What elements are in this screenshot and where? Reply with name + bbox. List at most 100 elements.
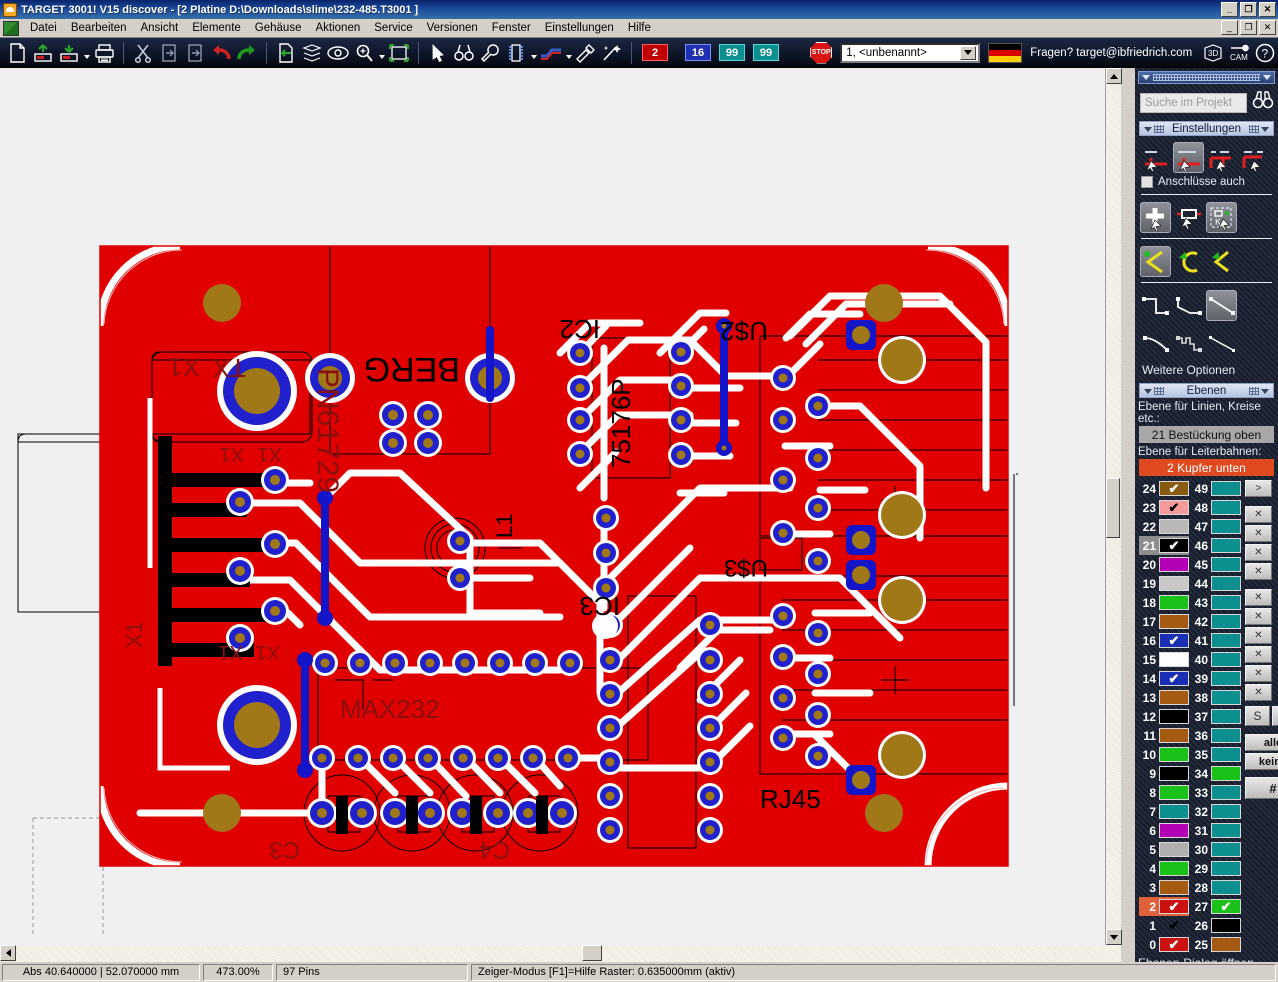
layer-row-24[interactable]: 24 ✔ [1139, 479, 1189, 498]
3d-view-icon[interactable]: 3D [1200, 41, 1226, 65]
menu-item-service[interactable]: Service [367, 20, 419, 36]
layer-row-16[interactable]: 16 ✔ [1139, 631, 1189, 650]
layers-expand-icon[interactable] [1261, 389, 1269, 394]
arc-tool-2-icon[interactable] [1173, 246, 1204, 277]
layer-row-25[interactable]: 25 [1191, 935, 1241, 954]
layer-swatch-44[interactable] [1211, 576, 1241, 591]
layer-cross-button-7[interactable]: ✕ [1245, 627, 1272, 644]
scroll-up-button[interactable] [1106, 68, 1122, 84]
layer-row-12[interactable]: 12 [1139, 707, 1189, 726]
badge-grid-value[interactable]: 16 [684, 44, 711, 61]
layer-swatch-47[interactable] [1211, 519, 1241, 534]
layer-swatch-6[interactable] [1159, 823, 1189, 838]
layer-swatch-4[interactable] [1159, 861, 1189, 876]
layer-row-32[interactable]: 32 [1191, 802, 1241, 821]
layer-row-9[interactable]: 9 [1139, 764, 1189, 783]
layer-swatch-27[interactable]: ✔ [1211, 899, 1241, 914]
mdi-minimize-button[interactable]: _ [1221, 20, 1238, 35]
layer-swatch-42[interactable] [1211, 614, 1241, 629]
save-dropdown-icon[interactable] [82, 41, 91, 65]
menu-item-bearbeiten[interactable]: Bearbeiten [64, 20, 134, 36]
layer-swatch-13[interactable] [1159, 690, 1189, 705]
anschluesse-auch-checkbox[interactable]: Anschlüsse auch [1135, 175, 1278, 191]
layer-row-35[interactable]: 35 [1191, 745, 1241, 764]
layer-swatch-34[interactable] [1211, 766, 1241, 781]
layer-cross-button-4[interactable]: ✕ [1245, 563, 1272, 580]
route-style-orthogonal-icon[interactable] [1140, 290, 1171, 321]
layer-row-2[interactable]: 2 ✔ [1139, 897, 1189, 916]
import-icon[interactable] [273, 41, 299, 65]
layer-swatch-26[interactable] [1211, 918, 1241, 933]
layer-row-30[interactable]: 30 [1191, 840, 1241, 859]
layer-swatch-18[interactable] [1159, 595, 1189, 610]
badge-layer-count[interactable]: 2 [642, 44, 668, 61]
panel-collapse-icon[interactable] [1144, 127, 1152, 132]
layers-panel-header[interactable]: Ebenen [1139, 383, 1274, 398]
visibility-icon[interactable] [325, 41, 351, 65]
trace-dropdown-icon[interactable] [564, 41, 573, 65]
layer-row-21[interactable]: 21 ✔ [1139, 536, 1189, 555]
layer-row-27[interactable]: 27 ✔ [1191, 897, 1241, 916]
layer-row-22[interactable]: 22 [1139, 517, 1189, 536]
undo-icon[interactable] [208, 41, 234, 65]
layer-swatch-39[interactable] [1211, 671, 1241, 686]
route-style-straight-icon[interactable] [1206, 290, 1237, 321]
menu-item-elemente[interactable]: Elemente [185, 20, 248, 36]
menu-item-gehaeuse[interactable]: Gehäuse [248, 20, 309, 36]
menu-item-aktionen[interactable]: Aktionen [308, 20, 367, 36]
binoculars-icon[interactable] [1252, 90, 1274, 115]
layer-swatch-31[interactable] [1211, 823, 1241, 838]
layer-cross-button-5[interactable]: ✕ [1245, 589, 1272, 606]
layer-s-button[interactable]: S [1245, 706, 1270, 726]
menu-item-fenster[interactable]: Fenster [485, 20, 538, 36]
layer-none-button[interactable]: keine [1245, 753, 1278, 770]
layer-swatch-28[interactable] [1211, 880, 1241, 895]
autorouter-icon[interactable] [599, 41, 625, 65]
panel-expand-icon[interactable] [1261, 127, 1269, 132]
layer-swatch-0[interactable]: ✔ [1159, 937, 1189, 952]
layer-swatch-23[interactable]: ✔ [1159, 500, 1189, 515]
layer-swatch-38[interactable] [1211, 690, 1241, 705]
layer-swatch-45[interactable] [1211, 557, 1241, 572]
pointer-icon[interactable] [425, 41, 451, 65]
trace-end-tool-2[interactable] [1173, 142, 1204, 173]
trace-icon[interactable] [538, 41, 564, 65]
trace-end-tool-1[interactable] [1140, 142, 1171, 173]
new-file-icon[interactable] [4, 41, 30, 65]
layer-hash-button[interactable]: # [1245, 777, 1278, 799]
layer-swatch-1[interactable]: ✔ [1159, 918, 1189, 933]
layer-row-28[interactable]: 28 [1191, 878, 1241, 897]
layer-swatch-2[interactable]: ✔ [1159, 899, 1189, 914]
arc-tool-3-icon[interactable] [1206, 246, 1237, 277]
print-icon[interactable] [91, 41, 117, 65]
layer-row-33[interactable]: 33 [1191, 783, 1241, 802]
place-component-icon[interactable] [1173, 202, 1204, 233]
layer-cross-button-2[interactable]: ✕ [1245, 525, 1272, 542]
layers-icon[interactable] [299, 41, 325, 65]
layer-row-36[interactable]: 36 [1191, 726, 1241, 745]
menu-item-ansicht[interactable]: Ansicht [133, 20, 185, 36]
search-input[interactable]: Suche im Projekt [1140, 92, 1247, 113]
horizontal-scroll-thumb[interactable] [582, 945, 602, 961]
project-combo[interactable]: 1, <unbenannt> [840, 42, 981, 63]
layer-swatch-7[interactable] [1159, 804, 1189, 819]
layer-row-5[interactable]: 5 [1139, 840, 1189, 859]
badge-clearance-value[interactable]: 99 [752, 44, 779, 61]
chevron-down-icon-right[interactable] [1263, 75, 1271, 80]
layer-swatch-10[interactable] [1159, 747, 1189, 762]
layer-swatch-24[interactable]: ✔ [1159, 481, 1189, 496]
layer-swatch-41[interactable] [1211, 633, 1241, 648]
layer-swatch-16[interactable]: ✔ [1159, 633, 1189, 648]
layer-row-42[interactable]: 42 [1191, 612, 1241, 631]
layer-row-8[interactable]: 8 [1139, 783, 1189, 802]
layer-row-48[interactable]: 48 [1191, 498, 1241, 517]
route-icon[interactable] [573, 41, 599, 65]
place-block-icon[interactable]: K [1206, 202, 1237, 233]
help-icon[interactable]: ? [1252, 41, 1278, 65]
arc-tool-1-icon[interactable] [1140, 246, 1171, 277]
cam-output-icon[interactable]: CAM [1226, 41, 1252, 65]
layer-swatch-5[interactable] [1159, 842, 1189, 857]
layer-row-14[interactable]: 14 ✔ [1139, 669, 1189, 688]
layer-row-6[interactable]: 6 [1139, 821, 1189, 840]
badge-width-value[interactable]: 99 [718, 44, 745, 61]
